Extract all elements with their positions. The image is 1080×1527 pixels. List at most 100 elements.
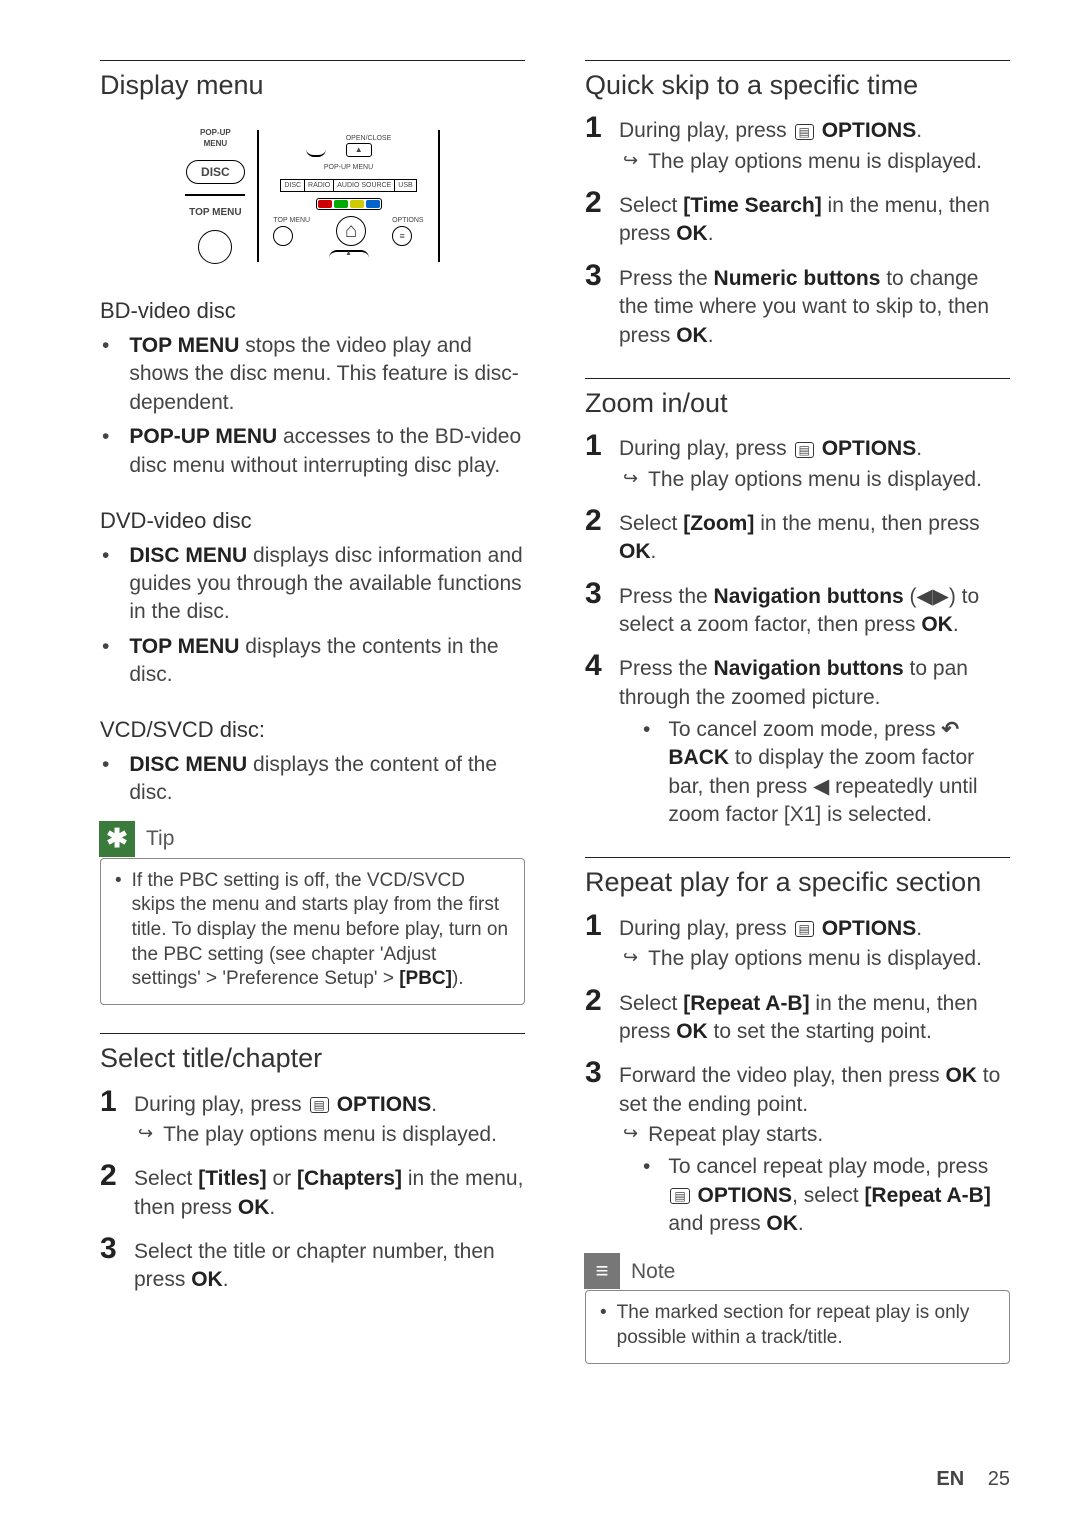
- bold: OK: [676, 324, 708, 347]
- step: Press the Numeric buttons to change the …: [585, 261, 1010, 350]
- text: .: [916, 917, 922, 940]
- text: .: [916, 119, 922, 142]
- footer-page: 25: [988, 1468, 1010, 1490]
- bold: BACK: [668, 746, 729, 769]
- tip-bold: [PBC]: [399, 968, 452, 989]
- text: .: [708, 222, 714, 245]
- step: Select [Zoom] in the menu, then press OK…: [585, 506, 1010, 567]
- label: TOP MENU: [129, 334, 239, 357]
- src-disc: DISC: [281, 180, 305, 191]
- text: Select: [619, 194, 683, 217]
- bold: OPTIONS: [698, 1184, 793, 1207]
- bold: OK: [619, 540, 651, 563]
- left-right-icon: ◀▶: [917, 585, 949, 608]
- text: and press: [668, 1212, 766, 1235]
- list-item: DISC MENU displays the content of the di…: [100, 751, 525, 808]
- section-quick-skip: Quick skip to a specific time During pla…: [585, 60, 1010, 350]
- text: Select the title or chapter number, then…: [134, 1240, 495, 1291]
- text: .: [651, 540, 657, 563]
- section-select-title: Select title/chapter During play, press …: [100, 1033, 525, 1295]
- bd-heading: BD-video disc: [100, 296, 525, 326]
- step: Select the title or chapter number, then…: [100, 1234, 525, 1295]
- label: TOP MENU: [129, 635, 239, 658]
- text: During play, press: [619, 437, 793, 460]
- source-row: DISC RADIO AUDIO SOURCE USB: [280, 179, 416, 192]
- topmenu2-label: TOP MENU: [273, 216, 310, 225]
- src-audio: AUDIO SOURCE: [334, 180, 395, 191]
- openclose-label: OPEN/CLOSE: [346, 134, 392, 143]
- tip-box: ✱ Tip If the PBC setting is off, the VCD…: [100, 820, 525, 1005]
- step: Select [Time Search] in the menu, then p…: [585, 188, 1010, 249]
- text: in the menu, then press: [754, 512, 979, 535]
- page-footer: EN 25: [936, 1466, 1010, 1493]
- text: Forward the video play, then press: [619, 1064, 945, 1087]
- eject-icon: ▲: [346, 143, 372, 157]
- note-icon: ≡: [584, 1253, 620, 1289]
- label: POP-UP MENU: [129, 425, 277, 448]
- bold: [Zoom]: [683, 512, 754, 535]
- bold: OPTIONS: [816, 917, 916, 940]
- divider: [585, 378, 1010, 379]
- text: .: [916, 437, 922, 460]
- left-column: Display menu POP-UP MENU DISC TOP MENU O…: [100, 60, 525, 1487]
- list-item: DISC MENU displays disc information and …: [100, 542, 525, 627]
- section-repeat: Repeat play for a specific section Durin…: [585, 857, 1010, 1363]
- step: During play, press ▤ OPTIONS. The play o…: [585, 431, 1010, 494]
- heading-zoom: Zoom in/out: [585, 385, 1010, 421]
- bold: OK: [921, 613, 953, 636]
- footer-lang: EN: [936, 1468, 964, 1490]
- right-column: Quick skip to a specific time During pla…: [585, 60, 1010, 1487]
- disc-button: DISC: [186, 160, 245, 184]
- bd-list: TOP MENU stops the video play and shows …: [100, 332, 525, 480]
- label: DISC MENU: [129, 753, 247, 776]
- bold: OK: [945, 1064, 977, 1087]
- step: Select [Repeat A-B] in the menu, then pr…: [585, 986, 1010, 1047]
- heading-quick-skip: Quick skip to a specific time: [585, 67, 1010, 103]
- steps-zoom: During play, press ▤ OPTIONS. The play o…: [585, 431, 1010, 829]
- popup-menu-label: POP-UP MENU: [200, 128, 231, 150]
- connector-line: [185, 194, 245, 196]
- nav-arc: ▴: [329, 250, 369, 258]
- bold: [Titles]: [198, 1167, 266, 1190]
- bold: OPTIONS: [816, 437, 916, 460]
- result-text: Repeat play starts.: [648, 1121, 823, 1149]
- popup2-label: POP-UP MENU: [324, 163, 373, 172]
- result-text: The play options menu is displayed.: [163, 1121, 497, 1149]
- options-icon: ▤: [795, 124, 814, 140]
- remote-diagram: POP-UP MENU DISC TOP MENU OPEN/CLOSE ▲ P…: [163, 113, 463, 278]
- text: Select: [134, 1167, 198, 1190]
- tip-body: If the PBC setting is off, the VCD/SVCD …: [101, 859, 524, 1004]
- left-icon: ◀: [813, 775, 829, 798]
- options-circle: ≡: [392, 226, 412, 246]
- divider: [100, 60, 525, 61]
- text: .: [269, 1196, 275, 1219]
- bold: OPTIONS: [331, 1093, 431, 1116]
- text: Press the: [619, 585, 714, 608]
- src-radio: RADIO: [305, 180, 334, 191]
- dvd-list: DISC MENU displays disc information and …: [100, 542, 525, 690]
- src-usb: USB: [395, 180, 415, 191]
- divider: [585, 857, 1010, 858]
- text: To cancel repeat play mode, press: [668, 1155, 988, 1178]
- bold: [Repeat A-B]: [864, 1184, 990, 1207]
- text: Select: [619, 992, 683, 1015]
- heading-display-menu: Display menu: [100, 67, 525, 103]
- step: During play, press ▤ OPTIONS. The play o…: [585, 911, 1010, 974]
- options-label: OPTIONS: [392, 216, 424, 225]
- step: During play, press ▤ OPTIONS. The play o…: [585, 113, 1010, 176]
- tip-label: Tip: [146, 825, 174, 853]
- text: To cancel zoom mode, press: [668, 718, 941, 741]
- text: .: [798, 1212, 804, 1235]
- bold: Numeric buttons: [714, 267, 881, 290]
- bold: Navigation buttons: [714, 657, 904, 680]
- bold: OK: [766, 1212, 798, 1235]
- text: Press the: [619, 657, 714, 680]
- step: Select [Titles] or [Chapters] in the men…: [100, 1161, 525, 1222]
- text: .: [708, 324, 714, 347]
- tip-tail: ).: [452, 968, 464, 989]
- heading-repeat: Repeat play for a specific section: [585, 864, 1010, 900]
- color-buttons: [316, 198, 382, 210]
- steps-select-title: During play, press ▤ OPTIONS. The play o…: [100, 1087, 525, 1295]
- bold: [Time Search]: [683, 194, 822, 217]
- text: During play, press: [619, 119, 793, 142]
